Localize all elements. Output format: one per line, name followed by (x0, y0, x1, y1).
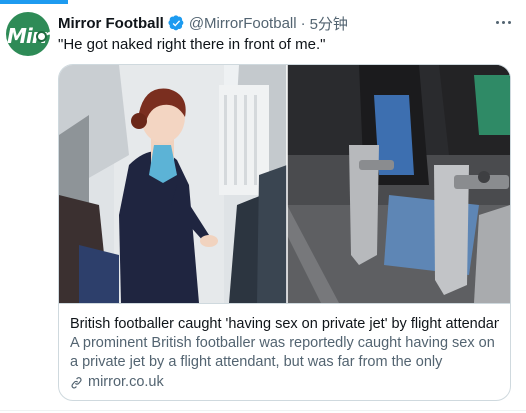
card-title[interactable]: British footballer caught 'having sex on… (70, 315, 499, 334)
avatar[interactable]: Mirr (6, 12, 50, 56)
account-handle[interactable]: @MirrorFootball (189, 15, 297, 32)
account-name[interactable]: Mirror Football (58, 15, 164, 32)
tweet-header: Mirror Football @MirrorFootball · 5分钟 (58, 13, 348, 33)
card-image[interactable] (59, 65, 510, 303)
card-domain-text[interactable]: mirror.co.uk (88, 373, 164, 392)
link-card[interactable]: British footballer caught 'having sex on… (58, 64, 511, 401)
football-icon (36, 31, 47, 42)
verified-badge-icon (168, 14, 184, 30)
link-icon (71, 376, 82, 389)
more-options-icon[interactable] (492, 12, 514, 32)
tab-indicator (0, 0, 68, 4)
card-domain[interactable]: mirror.co.uk (70, 373, 499, 392)
separator-dot: · (300, 14, 306, 32)
tweet[interactable]: Mirr Mirror Football @MirrorFootball · 5… (0, 0, 526, 413)
tweet-divider (0, 410, 526, 411)
tweet-timestamp[interactable]: 5分钟 (310, 13, 348, 34)
card-description: A prominent British footballer was repor… (70, 335, 495, 370)
tweet-text: "He got naked right there in front of me… (58, 36, 326, 53)
card-text[interactable]: British footballer caught 'having sex on… (59, 303, 510, 400)
